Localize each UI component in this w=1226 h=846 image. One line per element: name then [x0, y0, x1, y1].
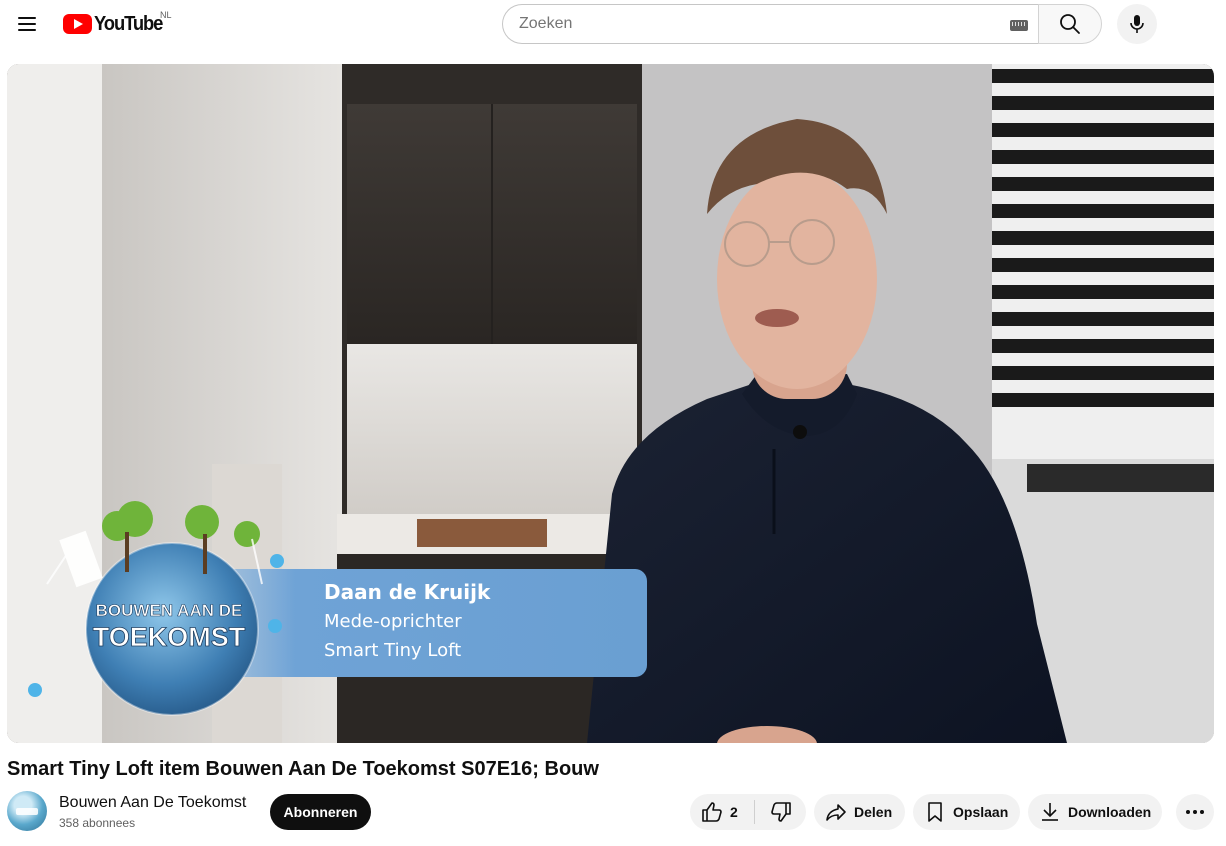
masthead: YouTube NL [0, 0, 1226, 56]
lower-third-company: Smart Tiny Loft [324, 640, 461, 661]
like-dislike-group: 2 [690, 794, 806, 830]
logo-text: YouTube [94, 12, 163, 35]
country-code: NL [160, 10, 172, 20]
subscriber-count: 358 abonnees [59, 816, 136, 830]
bookmark-icon [928, 802, 942, 822]
thumbs-down-icon [770, 802, 791, 822]
channel-avatar[interactable] [7, 791, 47, 831]
download-icon [1042, 803, 1058, 821]
video-title: Smart Tiny Loft item Bouwen Aan De Toeko… [7, 758, 599, 780]
youtube-play-icon [63, 14, 92, 34]
like-button[interactable]: 2 [690, 794, 754, 830]
more-actions-button[interactable] [1176, 794, 1214, 830]
lower-third-role: Mede-oprichter [324, 611, 462, 632]
download-button[interactable]: Downloaden [1028, 794, 1162, 830]
overlay-logo-line1: BOUWEN AAN DE [96, 601, 243, 620]
dislike-button[interactable] [755, 794, 806, 830]
share-button[interactable]: Delen [814, 794, 905, 830]
menu-icon[interactable] [11, 8, 43, 40]
keyboard-icon[interactable] [1010, 20, 1028, 31]
search-icon [1060, 14, 1080, 34]
download-label: Downloaden [1068, 804, 1152, 820]
search-input[interactable] [519, 15, 1039, 33]
share-icon [826, 804, 846, 821]
thumbs-up-icon [702, 802, 722, 822]
save-button[interactable]: Opslaan [913, 794, 1020, 830]
overlay-logo-line2: TOEKOMST [93, 622, 246, 652]
voice-search-button[interactable] [1117, 4, 1157, 44]
subscribe-button[interactable]: Abonneren [270, 794, 371, 830]
more-icon [1186, 810, 1204, 814]
video-frame: BOUWEN AAN DE TOEKOMST Daan de Kruijk Me… [7, 64, 1214, 743]
search-box [502, 4, 1039, 44]
youtube-logo[interactable]: YouTube [63, 12, 168, 36]
microphone-icon [1130, 15, 1144, 33]
lower-third-name: Daan de Kruijk [324, 580, 491, 604]
channel-name[interactable]: Bouwen Aan De Toekomst [59, 794, 246, 812]
share-label: Delen [854, 804, 893, 820]
like-count: 2 [730, 804, 738, 820]
save-label: Opslaan [953, 804, 1009, 820]
search-button[interactable] [1038, 4, 1102, 44]
video-player[interactable]: BOUWEN AAN DE TOEKOMST Daan de Kruijk Me… [7, 64, 1214, 743]
